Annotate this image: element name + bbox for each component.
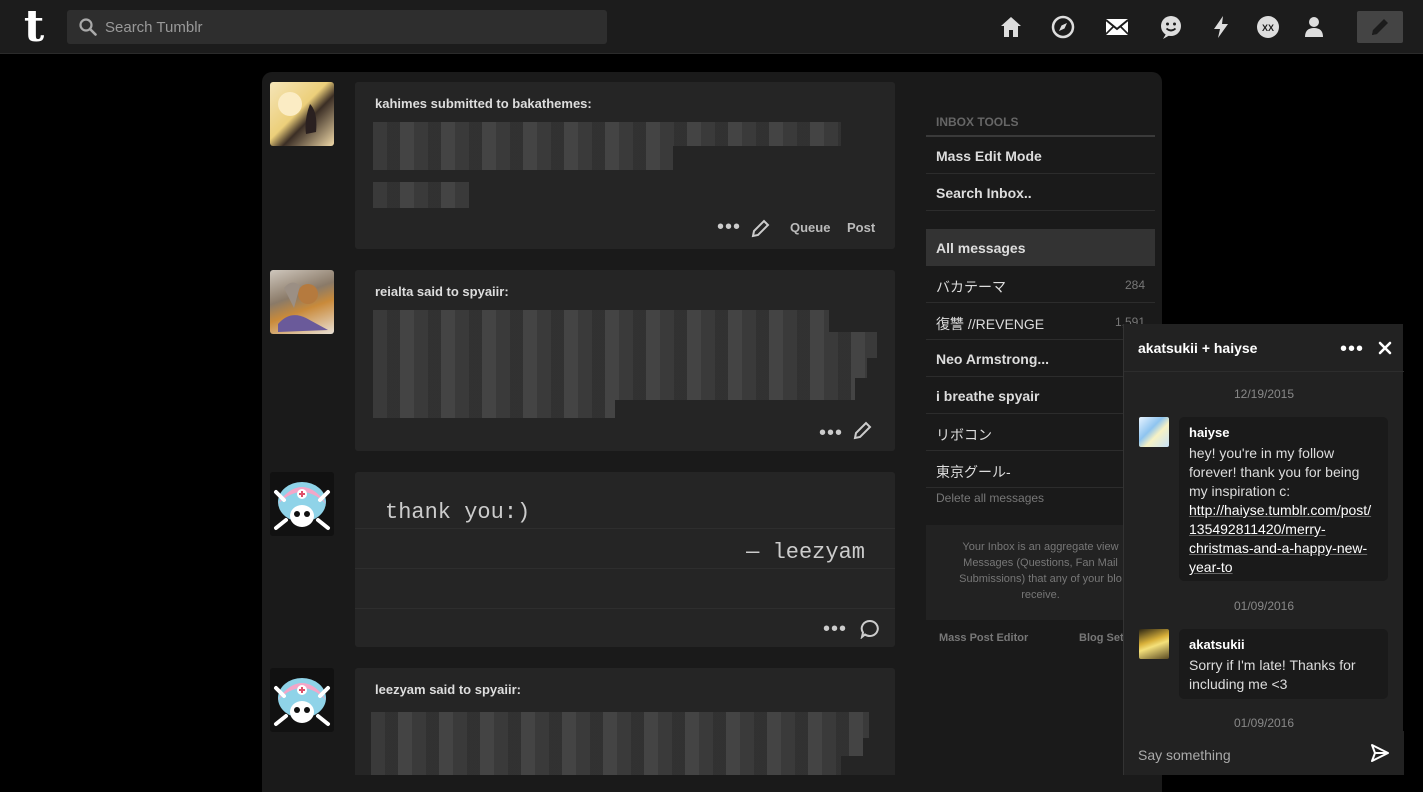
- post-heading: leezyam said to spyaiir:: [375, 682, 521, 697]
- blog-icon[interactable]: XX: [1255, 14, 1281, 40]
- quote-signature: — leezyam: [746, 540, 865, 565]
- blurred-text: [373, 146, 673, 170]
- message-text: Sorry if I'm late! Thanks for including …: [1189, 657, 1356, 692]
- blurred-text: [373, 354, 867, 378]
- avatar[interactable]: [270, 82, 334, 146]
- chat-options-icon[interactable]: •••: [1340, 339, 1364, 359]
- sidebar-item-i-breathe-spyair[interactable]: i breathe spyair: [926, 377, 1155, 414]
- post-heading: kahimes submitted to bakathemes:: [375, 96, 592, 111]
- avatar[interactable]: [270, 270, 334, 334]
- activity-icon[interactable]: [1208, 14, 1234, 40]
- explore-icon[interactable]: [1050, 14, 1076, 40]
- sidebar-item-tokyo-ghoul[interactable]: 東京グール-: [926, 451, 1155, 488]
- message-count: 284: [1124, 278, 1145, 292]
- message-link[interactable]: http://haiyse.tumblr.com/post/1354928114…: [1189, 501, 1378, 577]
- post-card: leezyam said to spyaiir:: [355, 668, 895, 775]
- sidebar-item-revenge[interactable]: 復讐 //REVENGE 1,591: [926, 303, 1155, 340]
- divider: [355, 568, 895, 569]
- more-options-icon[interactable]: •••: [819, 423, 843, 443]
- quote-text: thank you:): [385, 500, 531, 525]
- edit-icon[interactable]: [853, 420, 873, 440]
- blurred-text: [371, 734, 863, 756]
- chat-header: akatsukii + haiyse •••: [1124, 324, 1404, 372]
- inbox-info-text: Your Inbox is an aggregate view Messages…: [959, 541, 1122, 601]
- edit-icon[interactable]: [751, 218, 771, 238]
- blurred-text: [373, 182, 469, 208]
- sidebar-item-ribocon[interactable]: リボコン: [926, 414, 1155, 451]
- message-sender: haiyse: [1189, 425, 1230, 440]
- post-card: kahimes submitted to bakathemes: ••• Que…: [355, 82, 895, 249]
- sidebar-item-bakatheme[interactable]: バカテーマ 284: [926, 266, 1155, 303]
- post-button[interactable]: Post: [847, 220, 875, 235]
- mass-post-editor-link[interactable]: Mass Post Editor: [939, 632, 1028, 644]
- reply-icon[interactable]: [860, 619, 880, 639]
- sidebar-item-all-messages[interactable]: All messages: [926, 229, 1155, 266]
- pencil-icon: [1372, 19, 1388, 35]
- search-bar[interactable]: [67, 10, 607, 44]
- divider: [355, 608, 895, 609]
- divider: [355, 528, 895, 529]
- inbox-tools-title: INBOX TOOLS: [936, 115, 1019, 129]
- mass-edit-mode-link[interactable]: Mass Edit Mode: [926, 137, 1155, 174]
- more-options-icon[interactable]: •••: [717, 217, 741, 237]
- inbox-icon[interactable]: [1104, 14, 1130, 40]
- inbox-info-box: Your Inbox is an aggregate view Messages…: [926, 525, 1155, 620]
- blurred-text: [371, 754, 841, 775]
- account-icon[interactable]: [1301, 14, 1327, 40]
- close-icon[interactable]: [1378, 341, 1392, 355]
- chat-title: akatsukii + haiyse: [1138, 340, 1258, 356]
- tumblr-logo[interactable]: t: [18, 5, 50, 49]
- search-inbox-link[interactable]: Search Inbox..: [926, 174, 1155, 211]
- chat-message: haiyse hey! you're in my follow forever!…: [1179, 417, 1388, 581]
- home-icon[interactable]: [998, 14, 1024, 40]
- messaging-icon[interactable]: [1158, 14, 1184, 40]
- avatar[interactable]: [270, 472, 334, 536]
- more-options-icon[interactable]: •••: [823, 619, 847, 639]
- chat-window: akatsukii + haiyse ••• 12/19/2015 haiyse…: [1123, 324, 1404, 775]
- post-card: thank you:) — leezyam •••: [355, 472, 895, 647]
- avatar[interactable]: [270, 668, 334, 732]
- sidebar-item-neo-armstrong[interactable]: Neo Armstrong...: [926, 340, 1155, 377]
- post-heading: reialta said to spyaiir:: [375, 284, 509, 299]
- blurred-text: [373, 122, 841, 146]
- send-icon[interactable]: [1370, 743, 1390, 763]
- chat-message: akatsukii Sorry if I'm late! Thanks for …: [1179, 629, 1388, 699]
- top-navigation-bar: t XX: [0, 0, 1423, 54]
- compose-button[interactable]: [1357, 11, 1403, 43]
- delete-all-messages-link[interactable]: Delete all messages: [936, 491, 1044, 505]
- avatar[interactable]: [1139, 629, 1169, 659]
- queue-button[interactable]: Queue: [790, 220, 830, 235]
- svg-text:XX: XX: [1262, 23, 1274, 33]
- avatar[interactable]: [1139, 417, 1169, 447]
- message-text: hey! you're in my follow forever! thank …: [1189, 445, 1360, 499]
- post-card: reialta said to spyaiir: •••: [355, 270, 895, 451]
- search-icon: [79, 18, 97, 36]
- chat-date: 12/19/2015: [1233, 387, 1295, 401]
- message-sender: akatsukii: [1189, 637, 1245, 652]
- blurred-text: [373, 396, 615, 418]
- chat-message-input[interactable]: [1138, 743, 1358, 767]
- search-input[interactable]: [105, 10, 595, 44]
- chat-date: 01/09/2016: [1233, 716, 1295, 730]
- chat-date: 01/09/2016: [1233, 599, 1295, 613]
